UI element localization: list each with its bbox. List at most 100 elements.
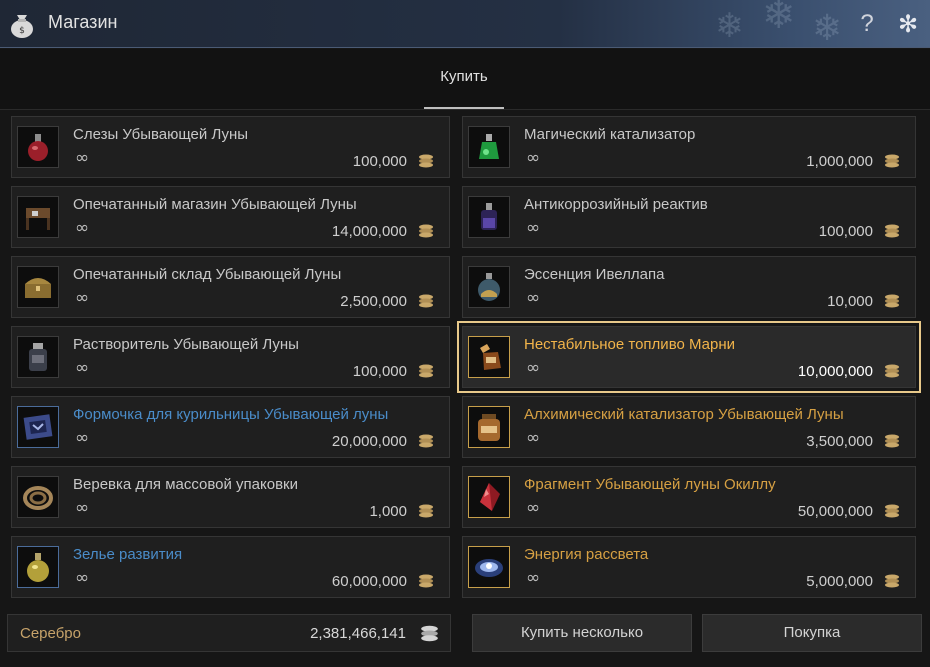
silver-coin-icon	[885, 294, 899, 308]
item-icon-frame	[468, 476, 510, 518]
silver-coin-icon	[419, 574, 433, 588]
item-quantity: ∞	[75, 148, 90, 168]
item-price: 5,000,000	[806, 573, 873, 590]
shop-item[interactable]: Опечатанный склад Убывающей Луны ∞ 2,500…	[11, 256, 450, 318]
silver-coin-icon	[885, 574, 899, 588]
item-icon-frame	[468, 266, 510, 308]
item-icon-frame	[468, 546, 510, 588]
item-name: Опечатанный склад Убывающей Луны	[73, 266, 342, 283]
item-price: 100,000	[352, 363, 407, 380]
shop-item[interactable]: Фрагмент Убывающей луны Окиллу ∞ 50,000,…	[462, 466, 916, 528]
silver-coin-icon	[885, 224, 899, 238]
shop-item[interactable]: Зелье развития ∞ 60,000,000	[11, 536, 450, 598]
red-crystal-icon	[480, 483, 500, 511]
item-name: Магический катализатор	[524, 126, 696, 143]
item-price: 1,000	[369, 503, 407, 520]
fuel-flask-icon	[480, 344, 501, 370]
tab-buy-label: Купить	[440, 68, 488, 85]
help-button[interactable]: ?	[856, 9, 878, 39]
silver-coin-icon	[419, 224, 433, 238]
close-button[interactable]: ✻	[893, 9, 923, 39]
silver-coin-icon	[885, 364, 899, 378]
item-name: Зелье развития	[73, 546, 183, 563]
essence-flask-icon	[478, 273, 500, 301]
item-icon-frame	[468, 126, 510, 168]
item-quantity: ∞	[526, 428, 541, 448]
dawn-energy-icon	[475, 559, 503, 577]
silver-coin-icon	[885, 504, 899, 518]
item-quantity: ∞	[75, 498, 90, 518]
shop-item[interactable]: Алхимический катализатор Убывающей Луны …	[462, 396, 916, 458]
item-name: Слезы Убывающей Луны	[73, 126, 249, 143]
item-icon-frame	[17, 476, 59, 518]
catalyst-jar-icon	[478, 414, 500, 441]
item-price: 2,500,000	[340, 293, 407, 310]
item-quantity: ∞	[526, 498, 541, 518]
purple-vial-icon	[481, 203, 497, 230]
item-icon-frame	[17, 336, 59, 378]
silver-coin-icon	[419, 364, 433, 378]
item-quantity: ∞	[526, 358, 541, 378]
window-titlebar: $ Магазин ❄ ❄ ❄ ? ✻	[0, 0, 930, 49]
silver-coin-icon	[885, 434, 899, 448]
tab-buy[interactable]: Купить	[424, 49, 504, 109]
item-quantity: ∞	[75, 288, 90, 308]
item-icon-frame	[17, 196, 59, 238]
item-icon-frame	[468, 336, 510, 378]
item-quantity: ∞	[75, 218, 90, 238]
silver-coin-icon	[421, 625, 438, 642]
shop-item[interactable]: Энергия рассвета ∞ 5,000,000	[462, 536, 916, 598]
item-quantity: ∞	[526, 218, 541, 238]
item-icon-frame	[17, 406, 59, 448]
shop-item[interactable]: Слезы Убывающей Луны ∞ 100,000	[11, 116, 450, 178]
svg-text:$: $	[19, 26, 25, 36]
shop-item[interactable]: Опечатанный магазин Убывающей Луны ∞ 14,…	[11, 186, 450, 248]
item-price: 14,000,000	[331, 223, 407, 240]
shop-item[interactable]: Антикоррозийный реактив ∞ 100,000	[462, 186, 916, 248]
incense-mold-icon	[23, 414, 53, 440]
shop-item[interactable]: Растворитель Убывающей Луны ∞ 100,000	[11, 326, 450, 388]
item-name: Энергия рассвета	[524, 546, 649, 563]
item-price: 50,000,000	[797, 503, 873, 520]
silver-coin-icon	[419, 154, 433, 168]
item-price: 100,000	[818, 223, 873, 240]
shop-stand-icon	[26, 208, 50, 230]
item-price: 60,000,000	[331, 573, 407, 590]
silver-amount: 2,381,466,141	[310, 625, 406, 642]
silver-balance-panel: Серебро 2,381,466,141	[7, 614, 451, 652]
item-icon-frame	[17, 126, 59, 168]
solvent-jar-icon	[29, 343, 47, 371]
item-price: 100,000	[352, 153, 407, 170]
item-price: 1,000,000	[806, 153, 873, 170]
shop-item[interactable]: Магический катализатор ∞ 1,000,000	[462, 116, 916, 178]
shop-item[interactable]: Эссенция Ивеллапа ∞ 10,000	[462, 256, 916, 318]
storage-chest-icon	[25, 278, 51, 298]
item-name: Эссенция Ивеллапа	[524, 266, 665, 283]
silver-coin-icon	[419, 434, 433, 448]
purchase-button[interactable]: Покупка	[702, 614, 922, 652]
item-price: 10,000	[827, 293, 873, 310]
rope-coil-icon	[23, 486, 53, 510]
item-name: Нестабильное топливо Марни	[524, 336, 736, 353]
item-quantity: ∞	[75, 568, 90, 588]
item-quantity: ∞	[526, 568, 541, 588]
item-icon-frame	[468, 406, 510, 448]
item-price: 10,000,000	[797, 363, 873, 380]
item-icon-frame	[468, 196, 510, 238]
snowflake-decoration-icon: ❄	[715, 6, 744, 46]
silver-coin-icon	[885, 154, 899, 168]
shop-item-selected[interactable]: Нестабильное топливо Марни ∞ 10,000,000	[457, 321, 921, 393]
shop-item[interactable]: Веревка для массовой упаковки ∞ 1,000	[11, 466, 450, 528]
money-bag-icon: $	[11, 15, 33, 38]
item-quantity: ∞	[526, 288, 541, 308]
item-quantity: ∞	[526, 148, 541, 168]
item-price: 20,000,000	[331, 433, 407, 450]
shop-item[interactable]: Формочка для курильницы Убывающей луны ∞…	[11, 396, 450, 458]
snowflake-decoration-icon: ❄	[812, 8, 843, 49]
green-potion-icon	[479, 134, 499, 159]
tab-active-indicator	[424, 107, 504, 109]
buy-multiple-button[interactable]: Купить несколько	[472, 614, 692, 652]
silver-label: Серебро	[20, 625, 81, 642]
tab-bar: Купить	[0, 49, 930, 110]
item-price: 3,500,000	[806, 433, 873, 450]
